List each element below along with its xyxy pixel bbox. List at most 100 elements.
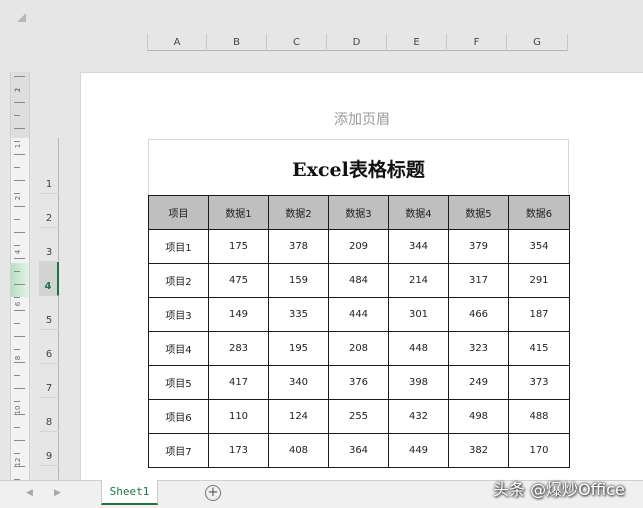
vertical-ruler: 2 1 2 4 6 8 10 12 bbox=[10, 72, 30, 480]
data-cell[interactable]: 323 bbox=[448, 331, 509, 366]
sheet-tab-sheet1[interactable]: Sheet1 bbox=[101, 480, 158, 505]
chevron-right-icon[interactable]: ▶ bbox=[54, 488, 61, 498]
data-cell[interactable]: 448 bbox=[388, 331, 449, 366]
title-cell[interactable]: Excel表格标题 bbox=[148, 139, 569, 196]
row-label-cell[interactable]: 项目2 bbox=[148, 263, 209, 298]
data-cell[interactable]: 170 bbox=[508, 433, 570, 468]
data-cell[interactable]: 208 bbox=[328, 331, 389, 366]
header-cell[interactable]: 数据1 bbox=[208, 195, 269, 230]
data-cell[interactable]: 488 bbox=[508, 399, 570, 434]
data-cell[interactable]: 283 bbox=[208, 331, 269, 366]
row-header-5[interactable]: 5 bbox=[39, 296, 59, 330]
data-cell[interactable]: 444 bbox=[328, 297, 389, 332]
column-header-d[interactable]: D bbox=[327, 34, 387, 51]
data-cell[interactable]: 209 bbox=[328, 229, 389, 264]
ruler-tick bbox=[14, 297, 20, 298]
data-cell[interactable]: 373 bbox=[508, 365, 570, 400]
ruler-tick bbox=[14, 258, 25, 259]
ruler-tick bbox=[14, 76, 25, 77]
ruler-tick bbox=[14, 336, 25, 337]
data-cell[interactable]: 187 bbox=[508, 297, 570, 332]
data-cell[interactable]: 398 bbox=[388, 365, 449, 400]
column-header-e[interactable]: E bbox=[387, 34, 447, 51]
row-header-9[interactable]: 9 bbox=[39, 432, 59, 466]
add-header-placeholder[interactable]: 添加页眉 bbox=[81, 109, 643, 129]
row-header-7[interactable]: 7 bbox=[39, 364, 59, 398]
ruler-tick bbox=[14, 154, 25, 155]
data-cell[interactable]: 364 bbox=[328, 433, 389, 468]
column-header-strip: A B C D E F G bbox=[147, 34, 568, 51]
data-cell[interactable]: 173 bbox=[208, 433, 269, 468]
data-cell[interactable]: 408 bbox=[268, 433, 329, 468]
table-row: 项目7 173 408 364 449 382 170 bbox=[148, 433, 570, 468]
ruler-tick bbox=[14, 115, 20, 116]
data-cell[interactable]: 159 bbox=[268, 263, 329, 298]
ruler-tick bbox=[14, 440, 25, 441]
ruler-tick bbox=[14, 414, 25, 415]
data-cell[interactable]: 484 bbox=[328, 263, 389, 298]
row-label-cell[interactable]: 项目6 bbox=[148, 399, 209, 434]
row-label-cell[interactable]: 项目5 bbox=[148, 365, 209, 400]
data-cell[interactable]: 214 bbox=[388, 263, 449, 298]
row-label-cell[interactable]: 项目4 bbox=[148, 331, 209, 366]
data-cell[interactable]: 335 bbox=[268, 297, 329, 332]
column-header-a[interactable]: A bbox=[147, 34, 207, 51]
print-page: 添加页眉 Excel表格标题 项目 数据1 数据2 数据3 数据4 数据5 数据… bbox=[80, 72, 643, 480]
table-row: 项目2 475 159 484 214 317 291 bbox=[148, 263, 570, 298]
data-cell[interactable]: 124 bbox=[268, 399, 329, 434]
column-header-g[interactable]: G bbox=[507, 34, 568, 51]
data-cell[interactable]: 255 bbox=[328, 399, 389, 434]
data-cell[interactable]: 195 bbox=[268, 331, 329, 366]
ruler-tick bbox=[14, 323, 20, 324]
column-header-f[interactable]: F bbox=[447, 34, 507, 51]
data-cell[interactable]: 317 bbox=[448, 263, 509, 298]
header-cell[interactable]: 项目 bbox=[148, 195, 209, 230]
data-cell[interactable]: 466 bbox=[448, 297, 509, 332]
data-cell[interactable]: 149 bbox=[208, 297, 269, 332]
data-cell[interactable]: 110 bbox=[208, 399, 269, 434]
row-label-cell[interactable]: 项目1 bbox=[148, 229, 209, 264]
data-cell[interactable]: 301 bbox=[388, 297, 449, 332]
header-cell[interactable]: 数据2 bbox=[268, 195, 329, 230]
row-header-4[interactable]: 4 bbox=[39, 262, 59, 296]
data-cell[interactable]: 376 bbox=[328, 365, 389, 400]
row-header-3[interactable]: 3 bbox=[39, 228, 59, 262]
data-cell[interactable]: 379 bbox=[448, 229, 509, 264]
data-cell[interactable]: 415 bbox=[508, 331, 570, 366]
ruler-label: 6 bbox=[14, 301, 22, 307]
data-cell[interactable]: 475 bbox=[208, 263, 269, 298]
ruler-tick bbox=[14, 427, 20, 428]
column-header-b[interactable]: B bbox=[207, 34, 267, 51]
data-cell[interactable]: 354 bbox=[508, 229, 570, 264]
data-cell[interactable]: 417 bbox=[208, 365, 269, 400]
chevron-left-icon[interactable]: ◀ bbox=[26, 488, 33, 498]
data-cell[interactable]: 382 bbox=[448, 433, 509, 468]
ruler-tick bbox=[14, 453, 20, 454]
data-cell[interactable]: 432 bbox=[388, 399, 449, 434]
ruler-tick bbox=[14, 193, 20, 194]
table-row: 项目3 149 335 444 301 466 187 bbox=[148, 297, 570, 332]
data-cell[interactable]: 249 bbox=[448, 365, 509, 400]
row-label-cell[interactable]: 项目3 bbox=[148, 297, 209, 332]
row-header-8[interactable]: 8 bbox=[39, 398, 59, 432]
data-cell[interactable]: 291 bbox=[508, 263, 570, 298]
row-label-cell[interactable]: 项目7 bbox=[148, 433, 209, 468]
row-header-2[interactable]: 2 bbox=[39, 194, 59, 228]
header-cell[interactable]: 数据6 bbox=[508, 195, 570, 230]
header-cell[interactable]: 数据3 bbox=[328, 195, 389, 230]
data-cell[interactable]: 449 bbox=[388, 433, 449, 468]
column-header-c[interactable]: C bbox=[267, 34, 327, 51]
select-all-corner[interactable] bbox=[17, 13, 26, 22]
data-cell[interactable]: 175 bbox=[208, 229, 269, 264]
data-cell[interactable]: 378 bbox=[268, 229, 329, 264]
data-cell[interactable]: 340 bbox=[268, 365, 329, 400]
row-header-1[interactable]: 1 bbox=[39, 138, 59, 194]
data-cell[interactable]: 344 bbox=[388, 229, 449, 264]
header-cell[interactable]: 数据5 bbox=[448, 195, 509, 230]
ruler-tick bbox=[14, 362, 25, 363]
row-header-6[interactable]: 6 bbox=[39, 330, 59, 364]
ruler-tick bbox=[14, 219, 20, 220]
header-cell[interactable]: 数据4 bbox=[388, 195, 449, 230]
plus-circle-icon[interactable]: + bbox=[205, 485, 221, 501]
data-cell[interactable]: 498 bbox=[448, 399, 509, 434]
